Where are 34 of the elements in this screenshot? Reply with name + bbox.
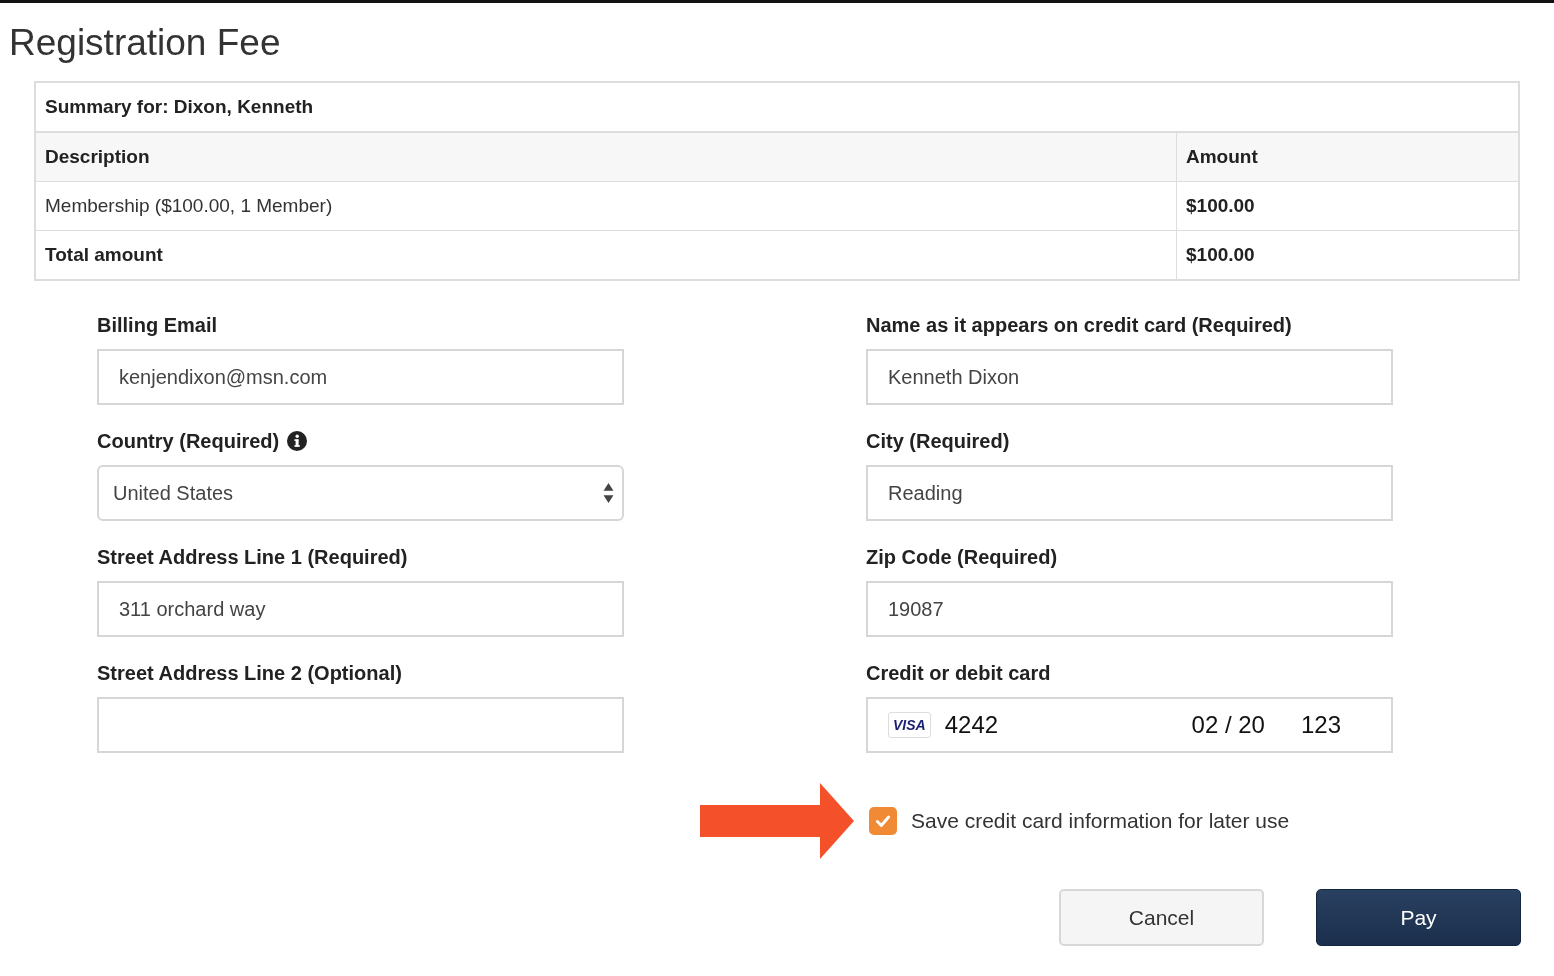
page-title: Registration Fee bbox=[9, 21, 282, 65]
field-label: Credit or debit card bbox=[866, 661, 1051, 685]
field-label: Name as it appears on credit card (Required) bbox=[866, 313, 1292, 337]
table-cell: $100.00 bbox=[1176, 182, 1518, 230]
input-field[interactable]: kenjendixon@msn.com bbox=[97, 349, 624, 405]
column-header: Amount bbox=[1176, 133, 1518, 181]
table-cell: $100.00 bbox=[1176, 231, 1518, 279]
country-select[interactable]: United States bbox=[97, 465, 624, 521]
summary-heading: Summary for: Dixon, Kenneth bbox=[44, 95, 315, 119]
field-label: Street Address Line 2 (Optional) bbox=[97, 661, 402, 685]
card-number: 4242 bbox=[944, 711, 1000, 739]
input-field[interactable] bbox=[97, 697, 624, 753]
field-label: Street Address Line 1 (Required) bbox=[97, 545, 408, 569]
save-card-checkbox[interactable] bbox=[869, 807, 897, 835]
field-label: City (Required) bbox=[866, 429, 1010, 453]
field-label: Zip Code (Required) bbox=[866, 545, 1058, 569]
field-label: Country (Required) bbox=[97, 429, 280, 453]
input-field[interactable]: 19087 bbox=[866, 581, 1393, 637]
input-field[interactable]: Kenneth Dixon bbox=[866, 349, 1393, 405]
pay-button[interactable]: Pay bbox=[1316, 889, 1521, 946]
cancel-button[interactable]: Cancel bbox=[1059, 889, 1264, 946]
card-field[interactable]: VISA 4242 02 / 20 123 bbox=[866, 697, 1393, 753]
info-icon[interactable] bbox=[287, 431, 308, 451]
field-label: Billing Email bbox=[97, 313, 218, 337]
table-cell-text: Total amount bbox=[44, 243, 164, 267]
visa-logo: VISA bbox=[888, 712, 931, 738]
input-field[interactable]: Reading bbox=[866, 465, 1393, 521]
updown-caret-icon bbox=[603, 482, 614, 504]
card-expiry: 02 / 20 bbox=[1191, 711, 1265, 739]
column-header: Description bbox=[44, 145, 151, 169]
save-card-label: Save credit card information for later use bbox=[911, 809, 1290, 833]
table-cell-text: Membership ($100.00, 1 Member) bbox=[44, 194, 334, 218]
input-field[interactable]: 311 orchard way bbox=[97, 581, 624, 637]
card-cvc: 123 bbox=[1300, 711, 1341, 739]
